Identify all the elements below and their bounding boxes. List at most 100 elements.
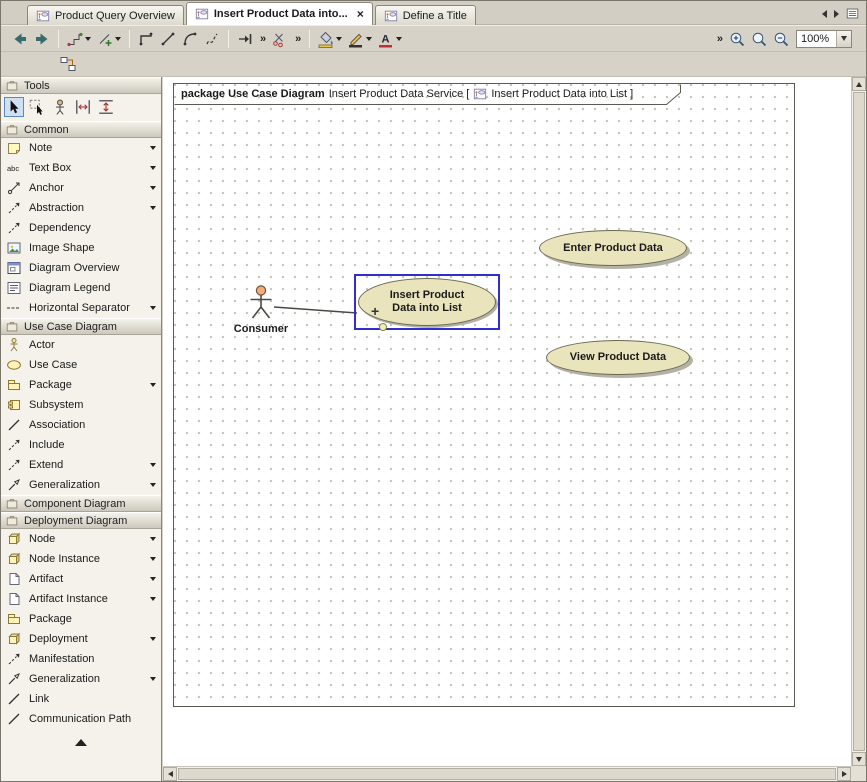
toolbar-overflow-icon[interactable]: » bbox=[717, 33, 722, 45]
chevron-down-icon[interactable] bbox=[150, 577, 156, 581]
palette-item-generalization-deploy[interactable]: Generalization bbox=[1, 669, 161, 689]
use-case-view-product-data[interactable]: View Product Data bbox=[546, 340, 690, 375]
toolbar-overflow-icon[interactable]: » bbox=[295, 33, 300, 45]
use-case-enter-product-data[interactable]: Enter Product Data bbox=[539, 230, 687, 266]
palette-item-artifact[interactable]: Artifact bbox=[1, 569, 161, 589]
zoom-in-button[interactable] bbox=[726, 29, 748, 49]
palette-item-package-deploy[interactable]: Package bbox=[1, 609, 161, 629]
actor-consumer[interactable]: Consumer bbox=[248, 285, 274, 335]
palette-item-manifestation[interactable]: Manifestation bbox=[1, 649, 161, 669]
close-icon[interactable]: × bbox=[357, 9, 364, 19]
palette-section-deployment-diagram[interactable]: Deployment Diagram bbox=[1, 512, 161, 529]
palette-section-common[interactable]: Common bbox=[1, 121, 161, 138]
chevron-down-icon[interactable] bbox=[150, 557, 156, 561]
chevron-down-icon[interactable] bbox=[150, 306, 156, 310]
zoom-combo-arrow[interactable] bbox=[836, 31, 851, 47]
chevron-down-icon[interactable] bbox=[366, 37, 372, 41]
palette-item-note[interactable]: Note bbox=[1, 138, 161, 158]
chevron-down-icon[interactable] bbox=[150, 677, 156, 681]
palette-item-diagram-overview[interactable]: Diagram Overview bbox=[1, 258, 161, 278]
palette-item-association[interactable]: Association bbox=[1, 415, 161, 435]
layout-tool-button[interactable] bbox=[64, 29, 86, 49]
chevron-down-icon[interactable] bbox=[150, 206, 156, 210]
palette-item-horizontal-separator[interactable]: Horizontal Separator bbox=[1, 298, 161, 318]
palette-section-use-case-diagram[interactable]: Use Case Diagram bbox=[1, 318, 161, 335]
link-handle-dot[interactable] bbox=[379, 323, 387, 331]
chevron-down-icon[interactable] bbox=[150, 637, 156, 641]
window-list-icon[interactable] bbox=[846, 7, 859, 20]
zoom-out-button[interactable] bbox=[770, 29, 792, 49]
palette-item-image-shape[interactable]: Image Shape bbox=[1, 238, 161, 258]
palette-item-anchor[interactable]: Anchor bbox=[1, 178, 161, 198]
palette-item-abstraction[interactable]: Abstraction bbox=[1, 198, 161, 218]
palette-item-actor[interactable]: Actor bbox=[1, 335, 161, 355]
palette-item-link[interactable]: Link bbox=[1, 689, 161, 709]
scroll-right-button[interactable] bbox=[837, 767, 851, 781]
cut-path-button[interactable] bbox=[269, 29, 291, 49]
chevron-down-icon[interactable] bbox=[85, 37, 91, 41]
palette-item-subsystem[interactable]: Subsystem bbox=[1, 395, 161, 415]
chevron-down-icon[interactable] bbox=[150, 186, 156, 190]
drag-tool-button[interactable] bbox=[50, 97, 70, 117]
palette-item-artifact-instance[interactable]: Artifact Instance bbox=[1, 589, 161, 609]
font-color-button[interactable]: A bbox=[375, 29, 397, 49]
add-element-button[interactable] bbox=[94, 29, 116, 49]
line-color-button[interactable] bbox=[345, 29, 367, 49]
palette-item-communication-path[interactable]: Communication Path bbox=[1, 709, 161, 729]
chevron-down-icon[interactable] bbox=[150, 383, 156, 387]
chevron-down-icon[interactable] bbox=[150, 166, 156, 170]
palette-scroll-up-icon[interactable] bbox=[75, 739, 87, 746]
selection-tool-button[interactable] bbox=[4, 97, 24, 117]
diagram-canvas[interactable]: package Use Case Diagram Insert Product … bbox=[163, 77, 851, 766]
area-selection-tool-button[interactable] bbox=[27, 97, 47, 117]
forward-button[interactable] bbox=[31, 29, 53, 49]
palette-item-extend[interactable]: Extend bbox=[1, 455, 161, 475]
chevron-down-icon[interactable] bbox=[150, 463, 156, 467]
zoom-level-combo[interactable]: 100% bbox=[796, 30, 852, 48]
chevron-down-icon[interactable] bbox=[396, 37, 402, 41]
distribute-vertical-button[interactable] bbox=[96, 97, 116, 117]
chevron-down-icon[interactable] bbox=[150, 146, 156, 150]
palette-item-node-instance[interactable]: Node Instance bbox=[1, 549, 161, 569]
distribute-horizontal-button[interactable] bbox=[73, 97, 93, 117]
horizontal-scroll-thumb[interactable] bbox=[178, 768, 836, 780]
straight-path-button[interactable] bbox=[157, 29, 179, 49]
palette-section-component-diagram[interactable]: Component Diagram bbox=[1, 495, 161, 512]
rectilinear-path-button[interactable] bbox=[135, 29, 157, 49]
palette-section-tools[interactable]: Tools bbox=[1, 77, 161, 94]
vertical-scrollbar[interactable] bbox=[851, 77, 866, 766]
chevron-down-icon[interactable] bbox=[150, 537, 156, 541]
palette-item-text-box[interactable]: abc Text Box bbox=[1, 158, 161, 178]
zoom-fit-button[interactable] bbox=[748, 29, 770, 49]
palette-item-include[interactable]: Include bbox=[1, 435, 161, 455]
chevron-down-icon[interactable] bbox=[150, 483, 156, 487]
jump-to-target-button[interactable] bbox=[234, 29, 256, 49]
curved-path-button[interactable] bbox=[179, 29, 201, 49]
toolbar-overflow-icon[interactable]: » bbox=[260, 33, 265, 45]
scroll-tabs-right-icon[interactable] bbox=[834, 10, 839, 18]
chevron-down-icon[interactable] bbox=[115, 37, 121, 41]
chevron-down-icon[interactable] bbox=[336, 37, 342, 41]
scroll-down-button[interactable] bbox=[852, 752, 866, 766]
tab-insert-product-data[interactable]: Insert Product Data into... × bbox=[186, 2, 373, 25]
palette-item-deployment[interactable]: Deployment bbox=[1, 629, 161, 649]
related-elements-button[interactable] bbox=[57, 54, 79, 74]
palette-item-generalization[interactable]: Generalization bbox=[1, 475, 161, 495]
scroll-up-button[interactable] bbox=[852, 77, 866, 91]
palette-item-dependency[interactable]: Dependency bbox=[1, 218, 161, 238]
scroll-tabs-left-icon[interactable] bbox=[822, 10, 827, 18]
fill-color-button[interactable] bbox=[315, 29, 337, 49]
palette-item-node[interactable]: Node bbox=[1, 529, 161, 549]
back-button[interactable] bbox=[9, 29, 31, 49]
palette-item-diagram-legend[interactable]: Diagram Legend bbox=[1, 278, 161, 298]
palette-item-use-case[interactable]: Use Case bbox=[1, 355, 161, 375]
chevron-down-icon[interactable] bbox=[150, 597, 156, 601]
association-line[interactable] bbox=[174, 84, 796, 708]
tab-product-query-overview[interactable]: Product Query Overview bbox=[27, 5, 184, 25]
horizontal-scrollbar[interactable] bbox=[163, 766, 851, 781]
tab-define-a-title[interactable]: Define a Title bbox=[375, 5, 476, 25]
spline-path-button[interactable] bbox=[201, 29, 223, 49]
palette-item-package[interactable]: Package bbox=[1, 375, 161, 395]
selection-rectangle[interactable]: Insert Product Data into List bbox=[354, 274, 500, 330]
vertical-scroll-thumb[interactable] bbox=[853, 92, 865, 751]
